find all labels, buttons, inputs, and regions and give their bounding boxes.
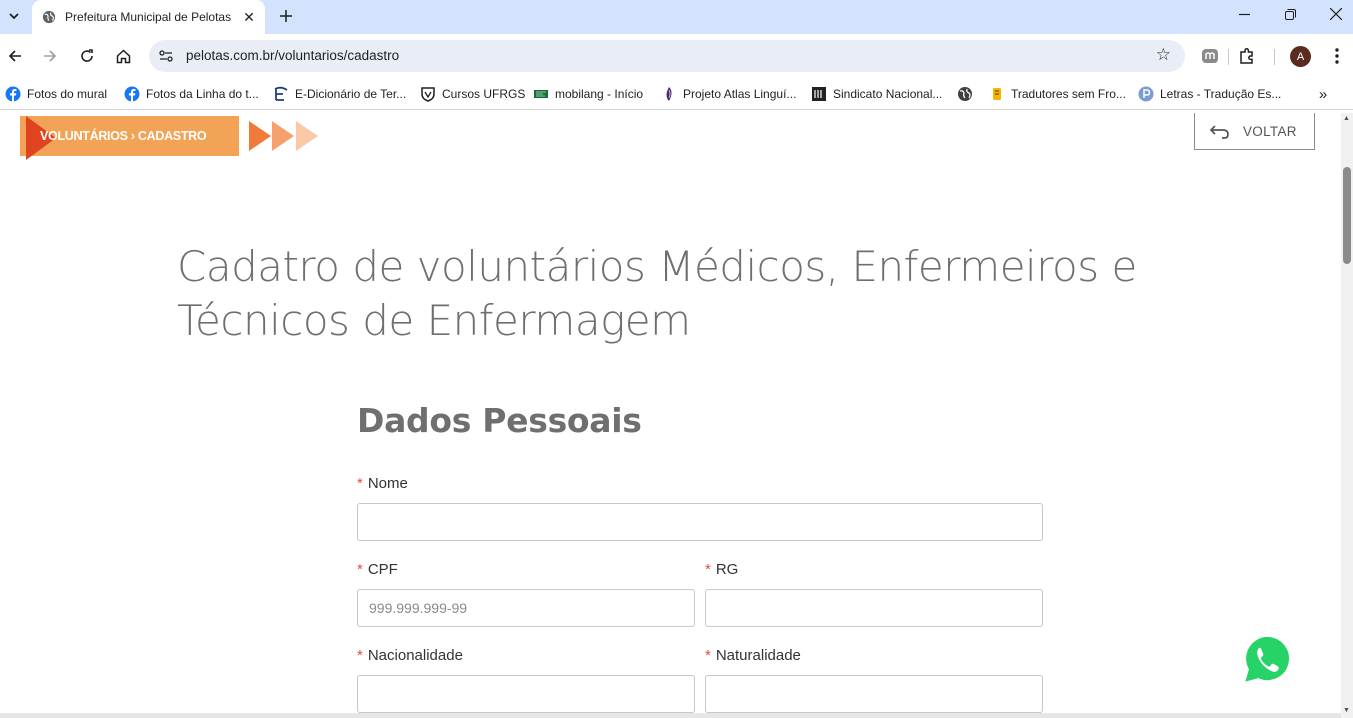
page-viewport: VOLUNTÁRIOS › CADASTRO VOLTAR Cadatro de… [0, 113, 1341, 718]
voltar-button[interactable]: VOLTAR [1194, 113, 1315, 150]
bookmark-item[interactable]: Cursos UFRGS [420, 85, 525, 103]
bookmarks-overflow-icon[interactable]: » [1313, 84, 1333, 104]
ufrgs-shield-icon [420, 86, 436, 102]
reload-icon [81, 49, 93, 62]
bookmark-item[interactable]: Tradutores sem Fro... [989, 85, 1126, 103]
bookmark-star-icon[interactable]: ☆ [1156, 45, 1171, 65]
chevron-decoration [296, 121, 318, 151]
scroll-up-icon[interactable]: ▲ [1343, 115, 1350, 122]
arrow-left-icon [8, 50, 21, 62]
restore-icon [1284, 8, 1296, 20]
globe-icon [42, 10, 56, 24]
browser-menu-icon[interactable] [1327, 45, 1347, 67]
required-marker: * [357, 647, 363, 664]
forward-button[interactable] [38, 44, 62, 68]
naturalidade-label: * Naturalidade [705, 647, 801, 664]
bookmark-item[interactable]: Letras - Tradução Es... [1138, 85, 1281, 103]
restore-button[interactable] [1267, 0, 1313, 28]
facebook-icon [124, 86, 140, 102]
cpf-label: * CPF [357, 561, 398, 578]
minimize-button[interactable] [1221, 0, 1267, 28]
bookmark-item[interactable]: Projeto Atlas Linguí... [661, 85, 796, 103]
required-marker: * [705, 647, 711, 664]
scroll-down-icon[interactable]: ▼ [1343, 707, 1350, 714]
letras-icon [1138, 86, 1154, 102]
site-info-icon[interactable] [157, 47, 175, 65]
toolbar-divider [1274, 49, 1275, 65]
reload-button[interactable] [75, 44, 99, 68]
chevron-decoration [249, 121, 271, 151]
back-button[interactable] [3, 44, 27, 68]
tab-search-button[interactable] [4, 6, 24, 26]
close-icon [1330, 8, 1342, 20]
cpf-input[interactable] [357, 589, 695, 627]
minimize-icon [1238, 13, 1250, 15]
arrow-right-icon [44, 50, 57, 62]
tab-title: Prefeitura Municipal de Pelotas [65, 10, 232, 24]
nacionalidade-input[interactable] [357, 675, 695, 713]
facebook-icon [5, 86, 21, 102]
address-bar[interactable]: pelotas.com.br/voluntarios/cadastro ☆ [149, 40, 1185, 72]
whatsapp-icon[interactable] [1241, 633, 1294, 686]
bookmark-item[interactable]: mobilang - Início [533, 85, 643, 103]
bookmark-item[interactable]: Sindicato Nacional... [811, 85, 942, 103]
chevron-down-icon [9, 13, 19, 20]
nome-input[interactable] [357, 503, 1043, 541]
home-button[interactable] [111, 44, 135, 68]
rg-input[interactable] [705, 589, 1043, 627]
breadcrumb: VOLUNTÁRIOS › CADASTRO [40, 129, 207, 143]
bookmarks-bar: Fotos do mural Fotos da Linha do t... E-… [0, 78, 1353, 110]
tab-strip: Prefeitura Municipal de Pelotas ✕ [0, 0, 1353, 34]
edicionario-icon [273, 86, 289, 102]
return-arrow-icon [1209, 125, 1229, 139]
section-title: Dados Pessoais [357, 401, 642, 440]
url-text[interactable]: pelotas.com.br/voluntarios/cadastro [186, 48, 399, 63]
required-marker: * [357, 475, 363, 492]
browser-tab-active[interactable]: Prefeitura Municipal de Pelotas ✕ [32, 0, 265, 34]
page-title: Cadatro de voluntários Médicos, Enfermei… [177, 242, 1137, 345]
bookmark-item[interactable]: Fotos do mural [5, 85, 107, 103]
mobilang-icon [533, 86, 549, 102]
atlas-icon [661, 86, 677, 102]
naturalidade-input[interactable] [705, 675, 1043, 713]
required-marker: * [357, 561, 363, 578]
horizontal-scrollbar[interactable] [0, 713, 1341, 718]
rg-label: * RG [705, 561, 739, 578]
globe-icon [957, 86, 973, 102]
vertical-scrollbar[interactable]: ▲ ▼ [1341, 113, 1353, 718]
toolbar-divider [1228, 49, 1229, 65]
home-icon [116, 48, 130, 63]
scrollbar-thumb[interactable] [1343, 167, 1351, 264]
extensions-puzzle-icon[interactable] [1236, 45, 1258, 67]
tradutores-icon [989, 86, 1005, 102]
profile-avatar[interactable]: A [1290, 46, 1311, 67]
close-window-button[interactable] [1313, 0, 1353, 28]
bookmark-item[interactable]: E-Dicionário de Ter... [273, 85, 406, 103]
bookmark-item[interactable] [957, 85, 979, 103]
tab-close-icon[interactable]: ✕ [239, 7, 259, 27]
chevron-decoration [272, 121, 294, 151]
extension-mobilang-icon[interactable] [1199, 45, 1221, 67]
bookmark-item[interactable]: Fotos da Linha do t... [124, 85, 259, 103]
plus-icon [280, 10, 292, 22]
browser-toolbar: pelotas.com.br/voluntarios/cadastro ☆ A [0, 34, 1353, 78]
required-marker: * [705, 561, 711, 578]
voltar-label: VOLTAR [1243, 123, 1297, 139]
nome-label: * Nome [357, 475, 408, 492]
new-tab-button[interactable] [274, 4, 298, 28]
nacionalidade-label: * Nacionalidade [357, 647, 463, 664]
sindicato-icon [811, 86, 827, 102]
